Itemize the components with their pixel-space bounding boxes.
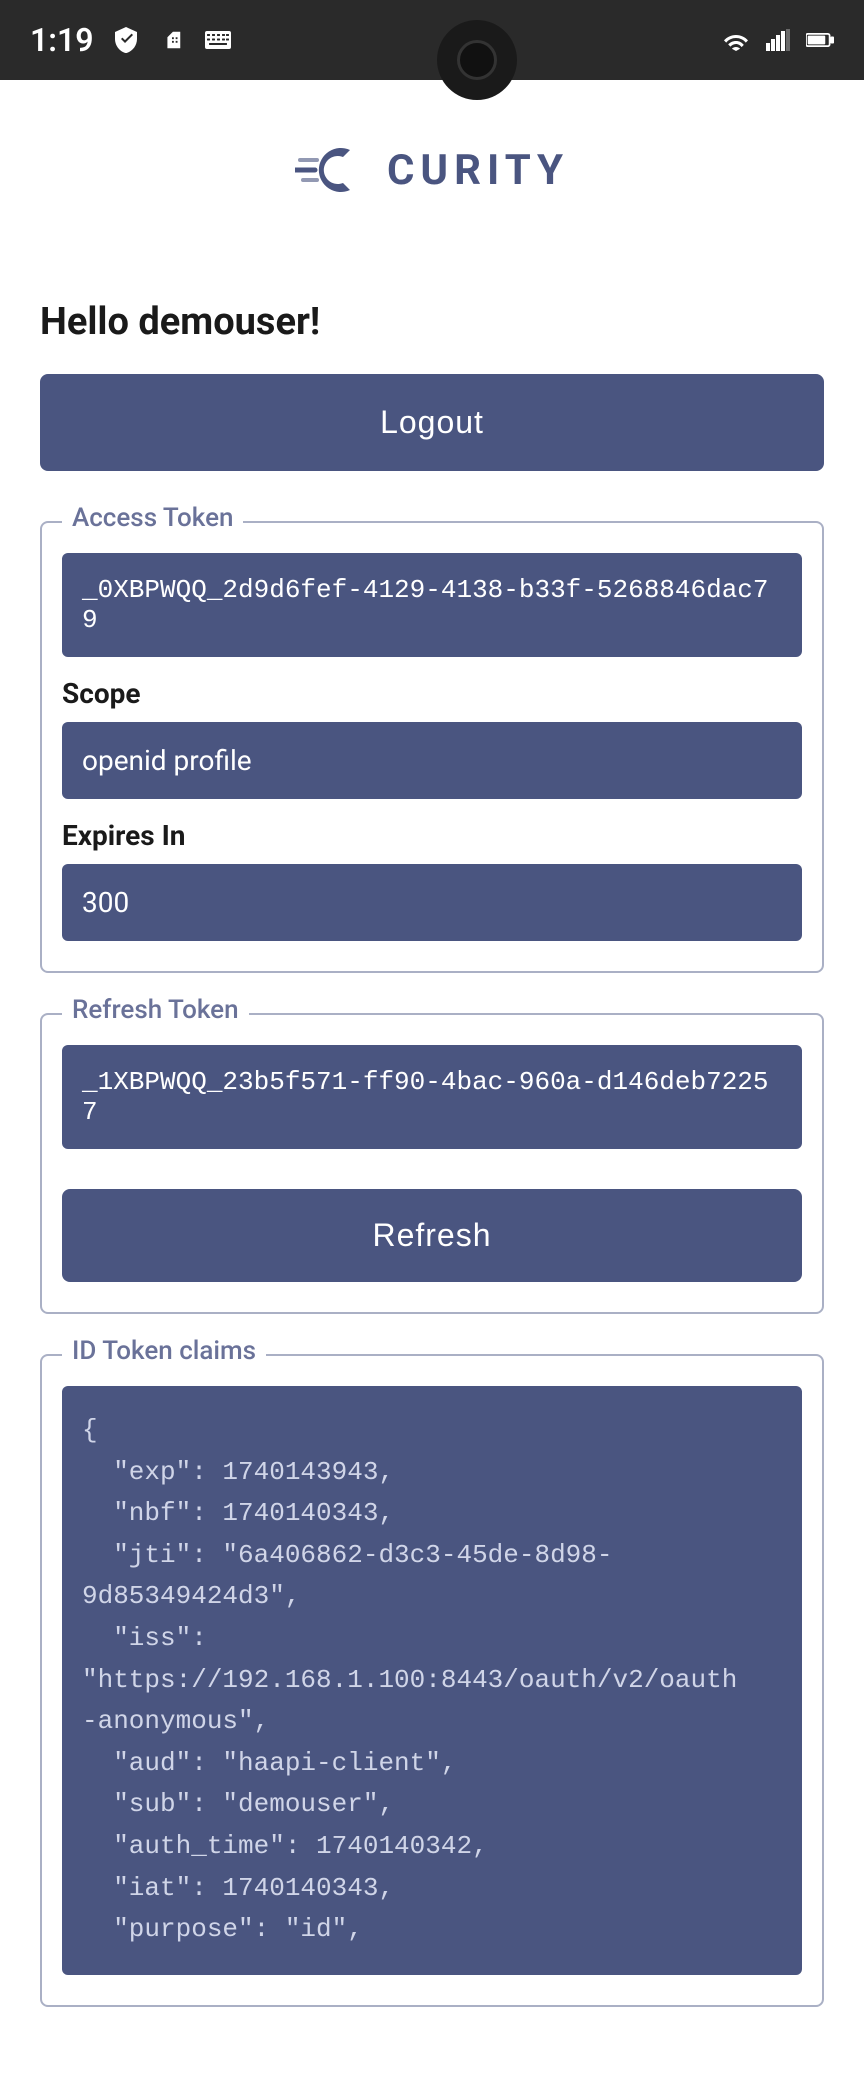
expires-value: 300 <box>62 864 802 941</box>
scope-value: openid profile <box>62 722 802 799</box>
access-token-section: Access Token _0XBPWQQ_2d9d6fef-4129-4138… <box>40 521 824 973</box>
shield-icon <box>112 26 140 54</box>
json-line-7: "aud": "haapi-client", <box>82 1743 782 1785</box>
battery-icon <box>806 26 834 54</box>
json-line-1: { <box>82 1410 782 1452</box>
json-line-6: -anonymous", <box>82 1701 782 1743</box>
json-line-2: "exp": 1740143943, <box>82 1452 782 1494</box>
access-token-legend: Access Token <box>62 503 243 533</box>
curity-logo-icon <box>295 140 375 200</box>
keyboard-icon <box>204 26 232 54</box>
camera-lens <box>457 40 497 80</box>
logo-text: CURITY <box>387 146 569 195</box>
json-line-10: "iat": 1740140343, <box>82 1868 782 1910</box>
json-line-5: "iss": "https://192.168.1.100:8443/oauth… <box>82 1618 782 1701</box>
camera-area <box>437 10 517 70</box>
greeting: Hello demouser! <box>40 300 824 344</box>
json-line-11: "purpose": "id", <box>82 1909 782 1951</box>
status-bar: 1:19 <box>0 0 864 80</box>
status-time: 1:19 <box>30 21 94 59</box>
refresh-token-section: Refresh Token _1XBPWQQ_23b5f571-ff90-4ba… <box>40 1013 824 1314</box>
access-token-value: _0XBPWQQ_2d9d6fef-4129-4138-b33f-5268846… <box>62 553 802 657</box>
json-line-4: "jti": "6a406862-d3c3-45de-8d98-9d853494… <box>82 1535 782 1618</box>
wifi-icon <box>722 26 750 54</box>
refresh-token-value: _1XBPWQQ_23b5f571-ff90-4bac-960a-d146deb… <box>62 1045 802 1149</box>
json-line-8: "sub": "demouser", <box>82 1784 782 1826</box>
refresh-token-legend: Refresh Token <box>62 995 249 1025</box>
signal-icon <box>764 26 792 54</box>
refresh-button[interactable]: Refresh <box>62 1189 802 1282</box>
id-token-section: ID Token claims { "exp": 1740143943, "nb… <box>40 1354 824 2007</box>
id-token-legend: ID Token claims <box>62 1336 266 1366</box>
logo-container: CURITY <box>40 140 824 200</box>
json-line-9: "auth_time": 1740140342, <box>82 1826 782 1868</box>
expires-label: Expires In <box>62 819 802 852</box>
status-bar-right <box>722 26 834 54</box>
sim-icon <box>158 26 186 54</box>
id-token-json: { "exp": 1740143943, "nbf": 1740140343, … <box>62 1386 802 1975</box>
json-line-3: "nbf": 1740140343, <box>82 1493 782 1535</box>
camera-notch <box>437 20 517 100</box>
scope-label: Scope <box>62 677 802 710</box>
status-bar-left: 1:19 <box>30 21 232 59</box>
main-content: CURITY Hello demouser! Logout Access Tok… <box>0 80 864 2087</box>
logout-button[interactable]: Logout <box>40 374 824 471</box>
